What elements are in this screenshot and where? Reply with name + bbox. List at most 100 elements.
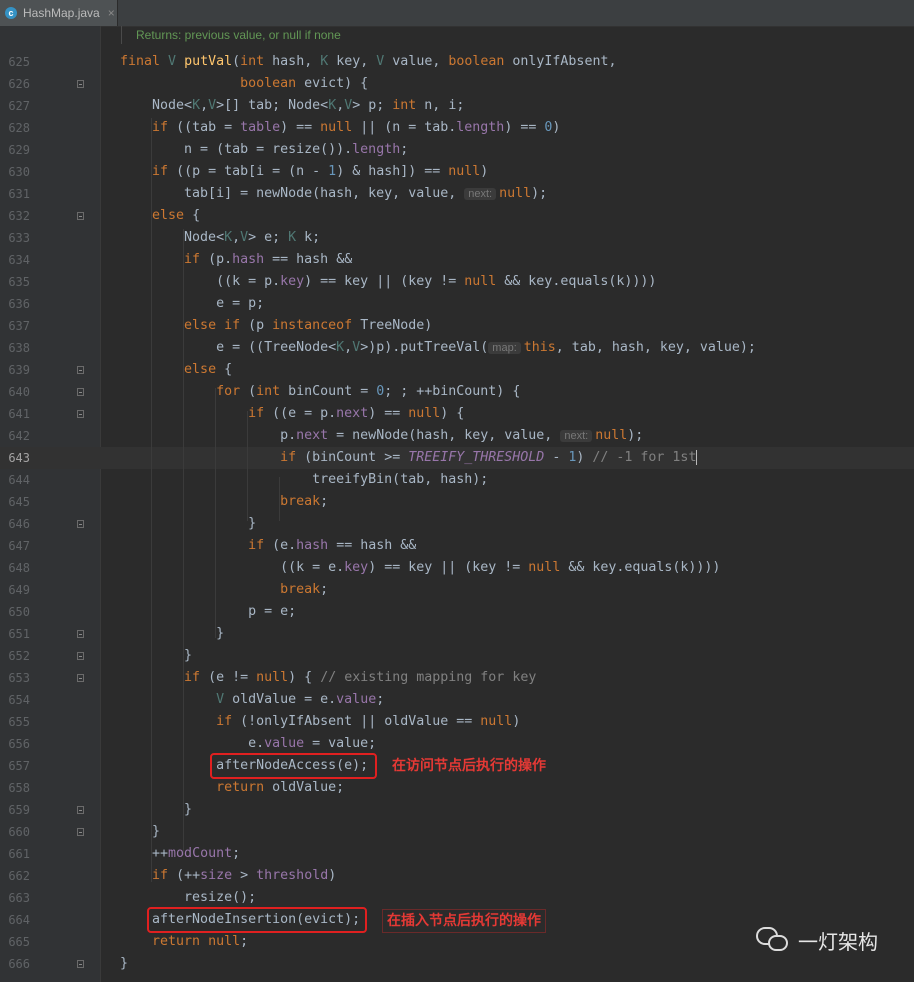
- code-line[interactable]: 648 ((k = e.key) == key || (key != null …: [0, 557, 914, 579]
- java-class-icon: c: [5, 7, 17, 19]
- code-text: }: [120, 824, 161, 839]
- code-line[interactable]: 650 p = e;: [0, 601, 914, 623]
- fold-marker-icon[interactable]: [77, 828, 84, 836]
- line-number: 656: [8, 737, 30, 751]
- code-line[interactable]: 663 resize();: [0, 887, 914, 909]
- code-line[interactable]: 647 if (e.hash == hash &&: [0, 535, 914, 557]
- code-line[interactable]: 632 else {: [0, 205, 914, 227]
- line-number: 663: [8, 891, 30, 905]
- code-line[interactable]: 655 if (!onlyIfAbsent || oldValue == nul…: [0, 711, 914, 733]
- code-line[interactable]: 646 }: [0, 513, 914, 535]
- code-line[interactable]: 638 e = ((TreeNode<K,V>)p).putTreeVal(ma…: [0, 337, 914, 359]
- code-text: p.next = newNode(hash, key, value, next:…: [120, 428, 644, 443]
- code-line[interactable]: 626 boolean evict) {: [0, 73, 914, 95]
- code-line[interactable]: 653 if (e != null) { // existing mapping…: [0, 667, 914, 689]
- fold-marker-icon[interactable]: [77, 652, 84, 660]
- code-line[interactable]: 627 Node<K,V>[] tab; Node<K,V> p; int n,…: [0, 95, 914, 117]
- code-line[interactable]: 662 if (++size > threshold): [0, 865, 914, 887]
- code-text: treeifyBin(tab, hash);: [120, 472, 489, 487]
- code-line[interactable]: 651 }: [0, 623, 914, 645]
- line-number: 658: [8, 781, 30, 795]
- code-text: if (binCount >= TREEIFY_THRESHOLD - 1) /…: [280, 449, 698, 465]
- code-text: if (e.hash == hash &&: [248, 538, 417, 553]
- indent-guide: [183, 229, 184, 855]
- code-text: Node<K,V>[] tab; Node<K,V> p; int n, i;: [120, 98, 465, 113]
- line-number: 660: [8, 825, 30, 839]
- line-number: 633: [8, 231, 30, 245]
- indent-guide: [215, 388, 216, 638]
- code-line[interactable]: 652 }: [0, 645, 914, 667]
- line-number: 635: [8, 275, 30, 289]
- watermark: 一灯架构: [756, 925, 878, 955]
- code-line[interactable]: 660 }: [0, 821, 914, 843]
- code-text: resize();: [120, 890, 257, 905]
- code-line[interactable]: 636 e = p;: [0, 293, 914, 315]
- line-number: 636: [8, 297, 30, 311]
- code-text: else {: [152, 208, 201, 223]
- annotation-after-node-access: 在访问节点后执行的操作: [392, 758, 546, 774]
- fold-marker-icon[interactable]: [77, 80, 84, 88]
- code-text: ((k = e.key) == key || (key != null && k…: [120, 560, 721, 575]
- code-line[interactable]: 631 tab[i] = newNode(hash, key, value, n…: [0, 183, 914, 205]
- code-line[interactable]: 633 Node<K,V> e; K k;: [0, 227, 914, 249]
- fold-marker-icon[interactable]: [77, 806, 84, 814]
- code-line[interactable]: 645 break;: [0, 491, 914, 513]
- line-number: 652: [8, 649, 30, 663]
- code-text: else if (p instanceof TreeNode): [184, 318, 433, 333]
- fold-marker-icon[interactable]: [77, 674, 84, 682]
- code-line[interactable]: 630 if ((p = tab[i = (n - 1) & hash]) ==…: [0, 161, 914, 183]
- code-text: if (!onlyIfAbsent || oldValue == null): [216, 714, 521, 729]
- code-text: tab[i] = newNode(hash, key, value, next:…: [120, 186, 548, 201]
- indent-guide: [151, 118, 152, 882]
- code-line[interactable]: 641 if ((e = p.next) == null) {: [0, 403, 914, 425]
- code-line[interactable]: 640 for (int binCount = 0; ; ++binCount)…: [0, 381, 914, 403]
- code-line[interactable]: 635 ((k = p.key) == key || (key != null …: [0, 271, 914, 293]
- code-line[interactable]: 654 V oldValue = e.value;: [0, 689, 914, 711]
- code-text: ++modCount;: [120, 846, 241, 861]
- code-text: return null;: [152, 934, 249, 949]
- code-line[interactable]: 637 else if (p instanceof TreeNode): [0, 315, 914, 337]
- code-line[interactable]: 628 if ((tab = table) == null || (n = ta…: [0, 117, 914, 139]
- line-number: 649: [8, 583, 30, 597]
- rendered-doc-comment: Returns: previous value, or null if none: [121, 26, 341, 44]
- code-line[interactable]: 634 if (p.hash == hash &&: [0, 249, 914, 271]
- code-line[interactable]: 666}: [0, 953, 914, 975]
- code-text: e.value = value;: [120, 736, 377, 751]
- code-line[interactable]: 644 treeifyBin(tab, hash);: [0, 469, 914, 491]
- line-number: 631: [8, 187, 30, 201]
- code-line[interactable]: 656 e.value = value;: [0, 733, 914, 755]
- code-line[interactable]: 642 p.next = newNode(hash, key, value, n…: [0, 425, 914, 447]
- line-number: 661: [8, 847, 30, 861]
- file-tab[interactable]: c HashMap.java ×: [0, 0, 118, 26]
- fold-marker-icon[interactable]: [77, 366, 84, 374]
- line-number: 648: [8, 561, 30, 575]
- code-line[interactable]: 643 if (binCount >= TREEIFY_THRESHOLD - …: [0, 447, 914, 469]
- line-number: 643: [8, 451, 30, 465]
- code-editor[interactable]: Returns: previous value, or null if none…: [0, 26, 914, 982]
- code-text: n = (tab = resize()).length;: [120, 142, 409, 157]
- line-number: 640: [8, 385, 30, 399]
- code-line[interactable]: 625 final V putVal(int hash, K key, V val…: [0, 51, 914, 73]
- line-number: 665: [8, 935, 30, 949]
- fold-marker-icon[interactable]: [77, 388, 84, 396]
- code-line[interactable]: 629 n = (tab = resize()).length;: [0, 139, 914, 161]
- fold-marker-icon[interactable]: [77, 520, 84, 528]
- fold-marker-icon[interactable]: [77, 212, 84, 220]
- line-number: 632: [8, 209, 30, 223]
- line-number: 647: [8, 539, 30, 553]
- code-text: if ((tab = table) == null || (n = tab.le…: [152, 120, 561, 135]
- close-tab-icon[interactable]: ×: [108, 6, 115, 20]
- code-line[interactable]: 661 ++modCount;: [0, 843, 914, 865]
- code-line[interactable]: 659 }: [0, 799, 914, 821]
- line-number: 626: [8, 77, 30, 91]
- fold-marker-icon[interactable]: [77, 630, 84, 638]
- code-line[interactable]: 649 break;: [0, 579, 914, 601]
- code-text: }: [120, 802, 193, 817]
- code-line[interactable]: 658 return oldValue;: [0, 777, 914, 799]
- fold-marker-icon[interactable]: [77, 960, 84, 968]
- code-line[interactable]: 639 else {: [0, 359, 914, 381]
- fold-marker-icon[interactable]: [77, 410, 84, 418]
- code-text: return oldValue;: [216, 780, 345, 795]
- line-number: 645: [8, 495, 30, 509]
- code-text: for (int binCount = 0; ; ++binCount) {: [216, 384, 521, 399]
